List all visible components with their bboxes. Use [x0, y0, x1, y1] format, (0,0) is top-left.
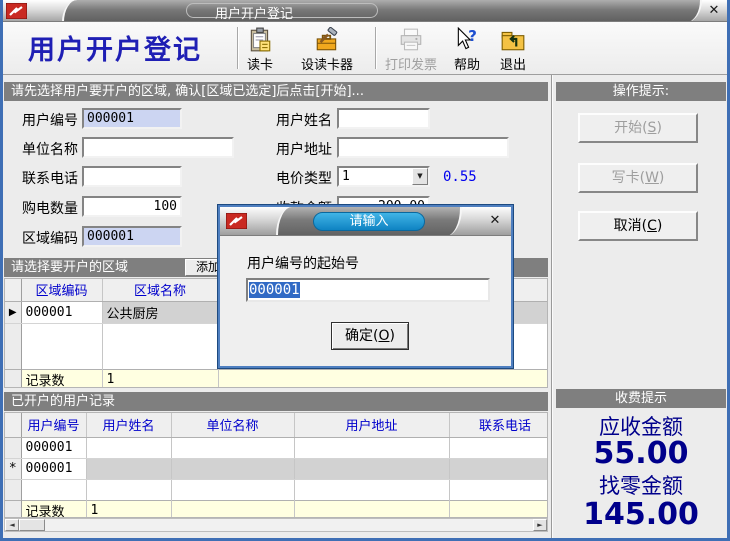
window-titlebar[interactable]: 用户开户登记 ✕: [0, 0, 730, 22]
users-table-header-row: 用户编号 用户姓名 单位名称 用户地址 联系电话: [5, 413, 548, 437]
change-label: 找零金额: [556, 470, 726, 500]
set-reader-button[interactable]: 设读卡器: [301, 27, 353, 73]
toolbar-separator: [237, 27, 239, 69]
toolbar-separator: [375, 27, 377, 69]
record-count-value: 1: [102, 369, 218, 388]
clipboard-icon: [247, 27, 273, 53]
users-col-addr: 用户地址: [294, 413, 449, 437]
ok-button[interactable]: 确定(O): [331, 322, 409, 350]
users-col-id: 用户编号: [21, 413, 86, 437]
scroll-right-icon[interactable]: ►: [533, 519, 547, 531]
area-col-name: 区域名称: [102, 279, 218, 301]
area-code-label: 区域编码: [20, 228, 78, 248]
phone-label: 联系电话: [20, 168, 78, 188]
app-logo-icon: [226, 213, 247, 233]
area-table-footer: 记录数 1: [5, 369, 548, 388]
horizontal-scrollbar[interactable]: ◄ ►: [4, 518, 548, 532]
exit-button[interactable]: 退出: [500, 27, 526, 73]
qty-label: 购电数量: [20, 198, 78, 218]
qty-field[interactable]: [82, 196, 182, 217]
area-code-field[interactable]: [82, 226, 182, 247]
instruction-header: 请先选择用户要开户的区域, 确认[区域已选定]后点击[开始]...: [4, 82, 548, 101]
users-col-phone: 联系电话: [449, 413, 548, 437]
app-window: 用户开户登记 ✕ 用户开户登记 读卡 设读卡器 打印发票 ? 帮助 退出 请先选…: [0, 0, 730, 541]
close-icon[interactable]: ✕: [705, 2, 723, 20]
dialog-prompt: 用户编号的起始号: [247, 253, 359, 273]
dialog-close-icon[interactable]: ✕: [486, 212, 504, 230]
record-count-value: 1: [86, 500, 171, 518]
user-addr-field[interactable]: [337, 137, 509, 158]
window-title: 用户开户登记: [215, 3, 293, 22]
users-section-header: 已开户的用户记录: [4, 392, 548, 411]
actions-header: 操作提示:: [556, 82, 726, 101]
app-logo-icon: [6, 3, 27, 22]
area-col-code: 区域编码: [21, 279, 102, 301]
exit-folder-icon: [500, 27, 526, 53]
price-type-select[interactable]: 1 ▼: [337, 166, 430, 187]
users-table-footer: 记录数 1: [5, 500, 548, 518]
cancel-button[interactable]: 取消(C): [578, 211, 698, 241]
record-count-label: 记录数: [21, 500, 86, 518]
user-addr-label: 用户地址: [274, 139, 332, 159]
help-button[interactable]: ? 帮助: [454, 27, 480, 73]
svg-text:?: ?: [468, 27, 477, 45]
dialog-title: 请输入: [313, 212, 425, 231]
user-name-label: 用户姓名: [274, 110, 332, 130]
users-col-unit: 单位名称: [171, 413, 294, 437]
scroll-left-icon[interactable]: ◄: [5, 519, 19, 531]
print-invoice-button: 打印发票: [385, 27, 437, 73]
window-border: [0, 0, 3, 541]
panel-divider: [551, 75, 553, 538]
table-row[interactable]: 000001: [5, 437, 548, 458]
write-card-button: 写卡(W): [578, 163, 698, 193]
chevron-down-icon[interactable]: ▼: [412, 168, 428, 185]
user-id-field[interactable]: [82, 108, 182, 129]
selected-text: 000001: [249, 282, 300, 298]
price-type-label: 电价类型: [274, 168, 332, 188]
table-empty-row: [5, 479, 548, 500]
printer-icon: [398, 27, 424, 53]
scrollbar-thumb[interactable]: [19, 519, 45, 531]
titlebar-dark-band: [62, 0, 702, 22]
change-value: 145.00: [556, 497, 726, 532]
users-table: 用户编号 用户姓名 单位名称 用户地址 联系电话 000001 * 000001: [4, 412, 548, 518]
read-card-button[interactable]: 读卡: [247, 27, 273, 73]
record-count-label: 记录数: [21, 369, 102, 388]
dialog-input[interactable]: 000001: [246, 278, 490, 302]
price-rate-value: 0.55: [443, 169, 477, 185]
dialog-titlebar[interactable]: 请输入 ✕: [220, 207, 511, 236]
start-button: 开始(S): [578, 113, 698, 143]
toolbar: 用户开户登记 读卡 设读卡器 打印发票 ? 帮助 退出: [3, 22, 727, 75]
page-title: 用户开户登记: [28, 28, 202, 67]
row-marker-icon: ▶: [5, 301, 21, 323]
help-cursor-icon: ?: [454, 27, 480, 53]
phone-field[interactable]: [82, 166, 182, 187]
receivable-value: 55.00: [556, 436, 726, 471]
unit-name-label: 单位名称: [20, 139, 78, 159]
toolbox-icon: [314, 27, 340, 53]
row-marker-icon: *: [5, 458, 21, 479]
user-id-label: 用户编号: [20, 110, 78, 130]
users-col-name: 用户姓名: [86, 413, 171, 437]
table-row[interactable]: * 000001: [5, 458, 548, 479]
charges-header: 收费提示: [556, 389, 726, 408]
user-name-field[interactable]: [337, 108, 430, 129]
unit-name-field[interactable]: [82, 137, 234, 158]
input-dialog: 请输入 ✕ 用户编号的起始号 000001 确定(O): [218, 205, 513, 368]
